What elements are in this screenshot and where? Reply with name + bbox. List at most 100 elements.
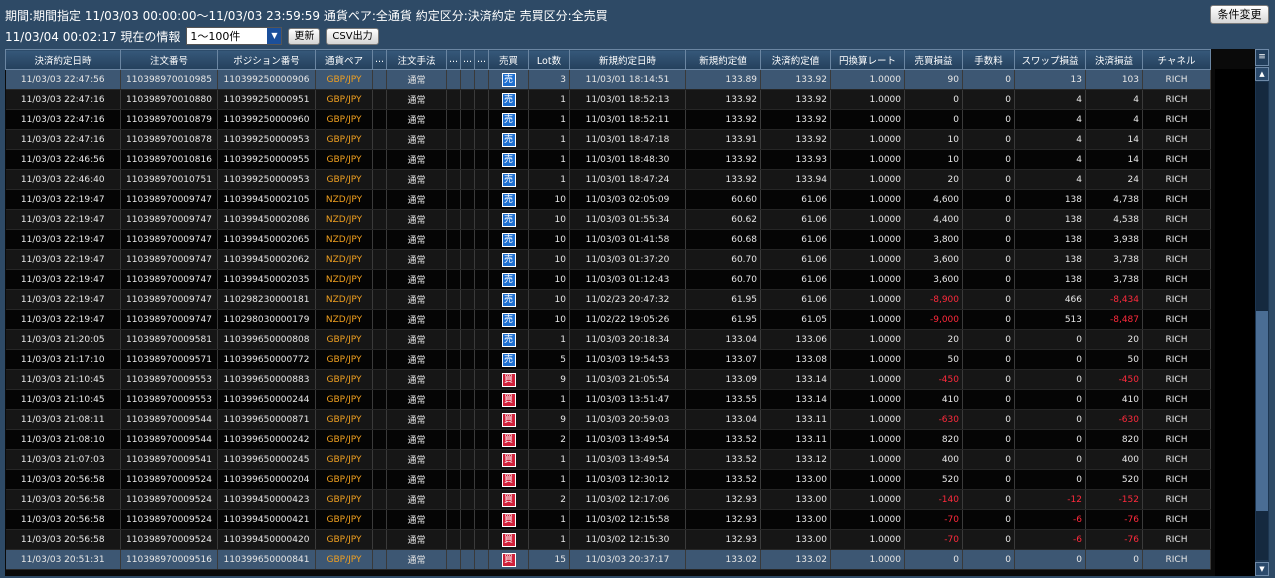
column-header[interactable]: 新規約定値 (685, 49, 761, 70)
table-cell: 61.95 (685, 289, 761, 310)
table-cell: 10 (528, 309, 570, 330)
column-header[interactable]: ... (446, 49, 461, 70)
table-cell: 3,938 (1085, 229, 1143, 250)
column-header[interactable]: 注文手法 (386, 49, 447, 70)
chevron-down-icon[interactable]: ▼ (267, 28, 282, 44)
table-row[interactable]: 11/03/03 20:56:58 110398970009524 11039945… (5, 509, 1211, 530)
column-header[interactable]: Lot数 (528, 49, 570, 70)
table-cell: 0 (1014, 549, 1086, 570)
table-row[interactable]: 11/03/03 22:47:16 110398970010879 11039925… (5, 109, 1211, 130)
table-cell: 4,600 (904, 189, 963, 210)
table-cell (474, 429, 489, 450)
table-cell: RICH (1142, 389, 1211, 410)
table-cell: GBP/JPY (315, 409, 373, 430)
change-conditions-button[interactable]: 条件変更 (1210, 5, 1269, 24)
empty-area (1215, 69, 1255, 576)
table-row[interactable]: 11/03/03 21:10:45 110398970009553 11039965… (5, 389, 1211, 410)
table-row[interactable]: 11/03/03 22:47:16 110398970010878 11039925… (5, 129, 1211, 150)
column-header[interactable]: ... (474, 49, 489, 70)
table-cell: 60.70 (685, 249, 761, 270)
table-cell: 133.92 (760, 129, 831, 150)
column-header[interactable]: 新規約定日時 (569, 49, 686, 70)
table-cell: 1.0000 (830, 329, 905, 350)
table-cell: 110398970009571 (120, 349, 218, 370)
table-row[interactable]: 11/03/03 22:46:56 110398970010816 11039925… (5, 149, 1211, 170)
table-row[interactable]: 11/03/03 20:56:58 110398970009524 11039945… (5, 529, 1211, 550)
column-header[interactable]: 決済損益 (1085, 49, 1143, 70)
table-row[interactable]: 11/03/03 22:46:40 110398970010751 11039925… (5, 169, 1211, 190)
table-cell: RICH (1142, 89, 1211, 110)
column-header[interactable]: 決済約定日時 (5, 49, 121, 70)
table-row[interactable]: 11/03/03 22:19:47 110398970009747 11039945… (5, 229, 1211, 250)
table-cell: 110399650000244 (217, 389, 316, 410)
column-header[interactable]: 手数料 (962, 49, 1015, 70)
table-row[interactable]: 11/03/03 21:08:10 110398970009544 11039965… (5, 429, 1211, 450)
column-header[interactable]: チャネル (1142, 49, 1211, 70)
table-cell: 133.14 (760, 389, 831, 410)
table-cell: 110399650000871 (217, 409, 316, 430)
table-cell: 138 (1014, 269, 1086, 290)
column-header[interactable]: ... (372, 49, 387, 70)
table-cell: 20 (904, 169, 963, 190)
table-cell: 4 (1085, 109, 1143, 130)
table-row[interactable]: 11/03/03 21:10:45 110398970009553 11039965… (5, 369, 1211, 390)
table-row[interactable]: 11/03/03 20:56:58 110398970009524 11039945… (5, 489, 1211, 510)
table-row[interactable]: 11/03/03 21:08:11 110398970009544 11039965… (5, 409, 1211, 430)
table-row[interactable]: 11/03/03 21:20:05 110398970009581 11039965… (5, 329, 1211, 350)
column-header[interactable]: 注文番号 (120, 49, 218, 70)
table-cell: GBP/JPY (315, 529, 373, 550)
table-cell: 0 (962, 89, 1015, 110)
table-cell: 通常 (386, 329, 447, 350)
table-row[interactable]: 11/03/03 22:19:47 110398970009747 11039945… (5, 249, 1211, 270)
table-cell: 110398970009747 (120, 289, 218, 310)
table-cell (446, 129, 461, 150)
table-cell: 売 (488, 109, 529, 130)
table-row[interactable]: 11/03/03 22:47:56 110398970010985 11039925… (5, 69, 1211, 90)
column-settings-icon[interactable]: ≡ (1255, 49, 1269, 66)
table-row[interactable]: 11/03/03 22:19:47 110398970009747 11029803… (5, 309, 1211, 330)
scroll-down-icon[interactable]: ▼ (1255, 562, 1269, 576)
table-row[interactable]: 11/03/03 20:56:58 110398970009524 11039965… (5, 469, 1211, 490)
column-header[interactable]: 通貨ペア (315, 49, 373, 70)
refresh-button[interactable]: 更新 (288, 27, 321, 45)
table-cell: 11/03/02 12:17:06 (569, 489, 686, 510)
csv-export-button[interactable]: CSV出力 (326, 27, 379, 45)
column-header[interactable]: 売買損益 (904, 49, 963, 70)
table-row[interactable]: 11/03/03 21:17:10 110398970009571 11039965… (5, 349, 1211, 370)
table-row[interactable]: 11/03/03 22:19:47 110398970009747 11029823… (5, 289, 1211, 310)
table-cell: 90 (904, 69, 963, 90)
table-cell: 1.0000 (830, 449, 905, 470)
table-cell: 110399650000204 (217, 469, 316, 490)
sell-badge: 売 (501, 112, 516, 127)
table-row[interactable]: 11/03/03 22:19:47 110398970009747 11039945… (5, 269, 1211, 290)
column-header[interactable]: スワップ損益 (1014, 49, 1086, 70)
table-row[interactable]: 11/03/03 22:47:16 110398970010880 11039925… (5, 89, 1211, 110)
table-cell (460, 429, 475, 450)
table-row[interactable]: 11/03/03 20:51:31 110398970009516 11039965… (5, 549, 1211, 570)
table-cell: 11/03/02 12:15:30 (569, 529, 686, 550)
scroll-up-icon[interactable]: ▲ (1255, 67, 1269, 81)
vertical-scrollbar[interactable]: ≡ ▲ ▼ (1255, 49, 1269, 576)
table-cell: 売 (488, 149, 529, 170)
column-header[interactable]: 円換算レート (830, 49, 905, 70)
table-cell: 110398970009747 (120, 189, 218, 210)
table-cell: 110399250000953 (217, 129, 316, 150)
scroll-thumb[interactable] (1256, 311, 1268, 511)
table-cell: 売 (488, 129, 529, 150)
table-row[interactable]: 11/03/03 22:19:47 110398970009747 11039945… (5, 209, 1211, 230)
table-cell (372, 389, 387, 410)
column-header[interactable]: ポジション番号 (217, 49, 316, 70)
column-header[interactable]: 売買 (488, 49, 529, 70)
table-cell: 11/03/03 21:10:45 (5, 369, 121, 390)
table-cell: 売 (488, 89, 529, 110)
table-cell: 通常 (386, 229, 447, 250)
table-cell: 通常 (386, 489, 447, 510)
column-header[interactable]: ... (460, 49, 475, 70)
table-cell (446, 369, 461, 390)
buy-badge: 買 (501, 532, 516, 547)
column-header[interactable]: 決済約定値 (760, 49, 831, 70)
range-select[interactable]: 1～100件 ▼ (186, 27, 283, 45)
table-row[interactable]: 11/03/03 22:19:47 110398970009747 11039945… (5, 189, 1211, 210)
table-cell: 110398970010816 (120, 149, 218, 170)
table-row[interactable]: 11/03/03 21:07:03 110398970009541 11039965… (5, 449, 1211, 470)
